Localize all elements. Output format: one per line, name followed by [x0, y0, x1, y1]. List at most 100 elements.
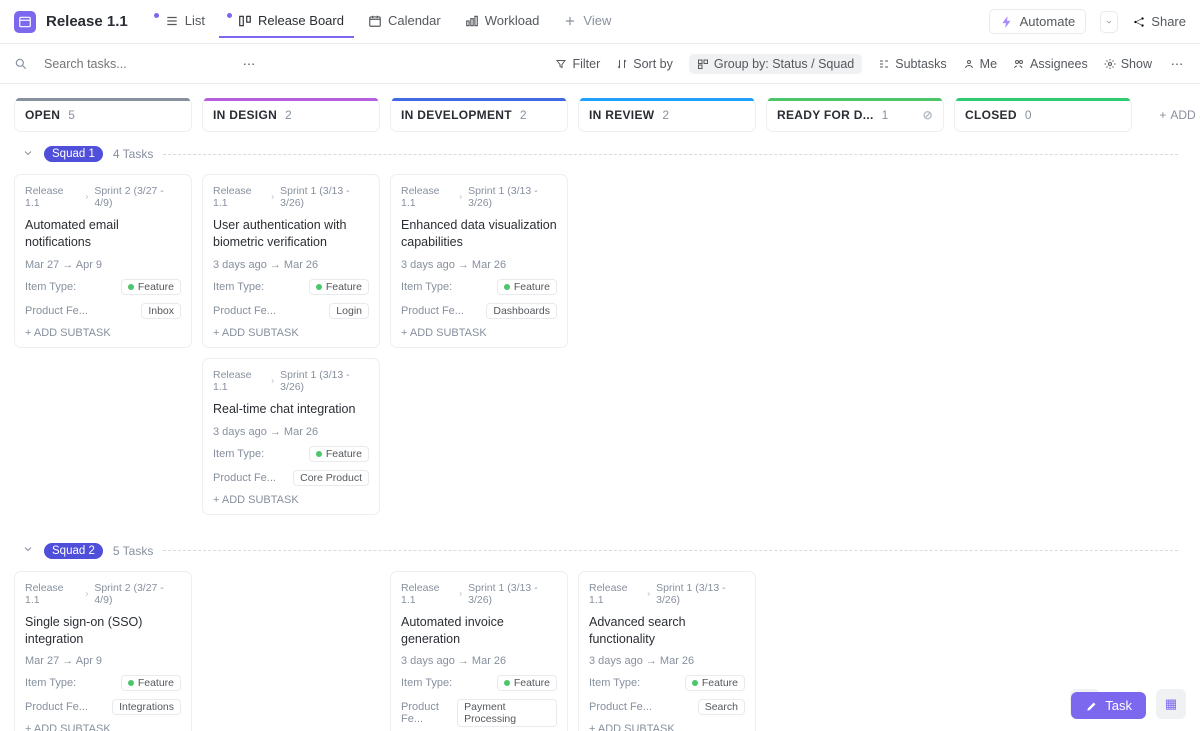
- group-label: Group by: Status / Squad: [714, 57, 854, 71]
- tab-list[interactable]: List: [146, 5, 215, 38]
- product-tag[interactable]: Login: [329, 303, 369, 319]
- more-options[interactable]: ⋯: [1168, 56, 1186, 71]
- add-status-button[interactable]: + ADD STATUS: [1142, 98, 1200, 132]
- date-range[interactable]: 3 days ago → Mar 26: [213, 259, 369, 271]
- lane-closed[interactable]: CLOSED 0: [954, 98, 1132, 132]
- apps-button[interactable]: ▦: [1156, 689, 1186, 719]
- squad1-pill[interactable]: Squad 1: [44, 146, 103, 162]
- product-tag[interactable]: Inbox: [141, 303, 181, 319]
- divider: [163, 550, 1178, 551]
- new-task-button[interactable]: Task: [1071, 692, 1146, 719]
- collapse-toggle[interactable]: [22, 147, 34, 162]
- search-options[interactable]: ⋯: [240, 56, 258, 71]
- lane-closed-label: CLOSED: [965, 108, 1017, 122]
- group-squad2: Squad 2 5 Tasks: [0, 529, 1200, 567]
- card-biometric[interactable]: Release 1.1 Sprint 1 (3/13 - 3/26) User …: [202, 174, 380, 348]
- view-tabs: List Release Board Calendar Workload Vie…: [146, 5, 622, 38]
- add-subtask-button[interactable]: + ADD SUBTASK: [213, 494, 369, 506]
- tab-board-label: Release Board: [258, 13, 344, 28]
- me-label: Me: [980, 57, 997, 71]
- breadcrumb: Release 1.1 Sprint 2 (3/27 - 4/9): [25, 185, 181, 209]
- group-button[interactable]: Group by: Status / Squad: [689, 54, 862, 74]
- group-icon: [697, 58, 709, 70]
- filter-button[interactable]: Filter: [555, 57, 600, 71]
- add-subtask-button[interactable]: + ADD SUBTASK: [213, 327, 369, 339]
- pin-dot-icon: [227, 13, 232, 18]
- share-label: Share: [1151, 14, 1186, 29]
- lane-ready[interactable]: READY FOR D... 1 ⊘: [766, 98, 944, 132]
- squad2-pill[interactable]: Squad 2: [44, 543, 103, 559]
- lane-review-label: IN REVIEW: [589, 108, 654, 122]
- project-header: Release 1.1: [14, 11, 128, 33]
- topbar: Release 1.1 List Release Board Calendar …: [0, 0, 1200, 44]
- card-chat[interactable]: Release 1.1Sprint 1 (3/13 - 3/26) Real-t…: [202, 358, 380, 515]
- plus-icon: [563, 14, 577, 28]
- filter-label: Filter: [572, 57, 600, 71]
- lane-design[interactable]: IN DESIGN 2: [202, 98, 380, 132]
- card-dataviz[interactable]: Release 1.1Sprint 1 (3/13 - 3/26) Enhanc…: [390, 174, 568, 348]
- people-icon: [1013, 58, 1025, 70]
- sort-button[interactable]: Sort by: [616, 57, 673, 71]
- tab-workload[interactable]: Workload: [455, 5, 550, 38]
- search-icon: [14, 57, 28, 71]
- tab-workload-label: Workload: [485, 13, 540, 28]
- card-sso[interactable]: Release 1.1Sprint 2 (3/27 - 4/9) Single …: [14, 571, 192, 731]
- group-squad1: Squad 1 4 Tasks: [0, 132, 1200, 170]
- date-range[interactable]: Mar 27 → Apr 9: [25, 259, 181, 271]
- add-subtask-button[interactable]: + ADD SUBTASK: [401, 327, 557, 339]
- lane-open-label: OPEN: [25, 108, 60, 122]
- plus-icon: +: [1159, 108, 1166, 122]
- share-icon: [1132, 15, 1146, 29]
- squad1-count: 4 Tasks: [113, 147, 153, 161]
- lane-review[interactable]: IN REVIEW 2: [578, 98, 756, 132]
- search-input[interactable]: [44, 57, 224, 71]
- me-button[interactable]: Me: [963, 57, 997, 71]
- add-subtask-button[interactable]: + ADD SUBTASK: [25, 723, 181, 731]
- card-invoice[interactable]: Release 1.1Sprint 1 (3/13 - 3/26) Automa…: [390, 571, 568, 731]
- project-icon[interactable]: [14, 11, 36, 33]
- add-subtask-button[interactable]: + ADD SUBTASK: [589, 723, 745, 731]
- chevron-right-icon: [83, 193, 91, 201]
- lane-open-count: 5: [68, 108, 75, 122]
- sort-label: Sort by: [633, 57, 673, 71]
- product-row: Product Fe... Inbox: [25, 303, 181, 319]
- col-dev: Release 1.1Sprint 1 (3/13 - 3/26) Enhanc…: [390, 174, 568, 348]
- show-button[interactable]: Show: [1104, 57, 1152, 71]
- subtasks-icon: [878, 58, 890, 70]
- feature-tag[interactable]: Feature: [121, 279, 181, 295]
- add-subtask-button[interactable]: + ADD SUBTASK: [25, 327, 181, 339]
- share-button[interactable]: Share: [1132, 14, 1186, 29]
- card-email-notifications[interactable]: Release 1.1 Sprint 2 (3/27 - 4/9) Automa…: [14, 174, 192, 348]
- tab-add-view[interactable]: View: [553, 5, 621, 38]
- chevron-down-icon: [1105, 18, 1113, 26]
- tab-view-label: View: [583, 13, 611, 28]
- pin-dot-icon: [154, 13, 159, 18]
- subtasks-button[interactable]: Subtasks: [878, 57, 946, 71]
- board-icon: [238, 14, 252, 28]
- card-search[interactable]: Release 1.1Sprint 1 (3/13 - 3/26) Advanc…: [578, 571, 756, 731]
- workload-icon: [465, 14, 479, 28]
- chevron-right-icon: [269, 193, 276, 201]
- gear-icon: [1104, 58, 1116, 70]
- add-status-label: ADD STATUS: [1170, 108, 1200, 122]
- status-lanes: OPEN 5 IN DESIGN 2 IN DEVELOPMENT 2 IN R…: [0, 84, 1200, 132]
- tab-calendar-label: Calendar: [388, 13, 441, 28]
- topbar-right: Automate Share: [989, 9, 1186, 34]
- pencil-icon: [1085, 699, 1099, 713]
- feature-tag[interactable]: Feature: [309, 279, 369, 295]
- tab-board[interactable]: Release Board: [219, 5, 354, 38]
- automate-button[interactable]: Automate: [989, 9, 1087, 34]
- show-label: Show: [1121, 57, 1152, 71]
- sort-icon: [616, 58, 628, 70]
- lane-open[interactable]: OPEN 5: [14, 98, 192, 132]
- lane-dev-count: 2: [520, 108, 527, 122]
- project-title: Release 1.1: [46, 13, 128, 30]
- lane-dev[interactable]: IN DEVELOPMENT 2: [390, 98, 568, 132]
- assignees-button[interactable]: Assignees: [1013, 57, 1088, 71]
- board-squad2: Release 1.1Sprint 2 (3/27 - 4/9) Single …: [0, 567, 1200, 731]
- lane-ready-label: READY FOR D...: [777, 108, 874, 122]
- collapse-toggle[interactable]: [22, 543, 34, 558]
- automate-caret[interactable]: [1100, 11, 1118, 33]
- tab-calendar[interactable]: Calendar: [358, 5, 451, 38]
- tab-list-label: List: [185, 13, 205, 28]
